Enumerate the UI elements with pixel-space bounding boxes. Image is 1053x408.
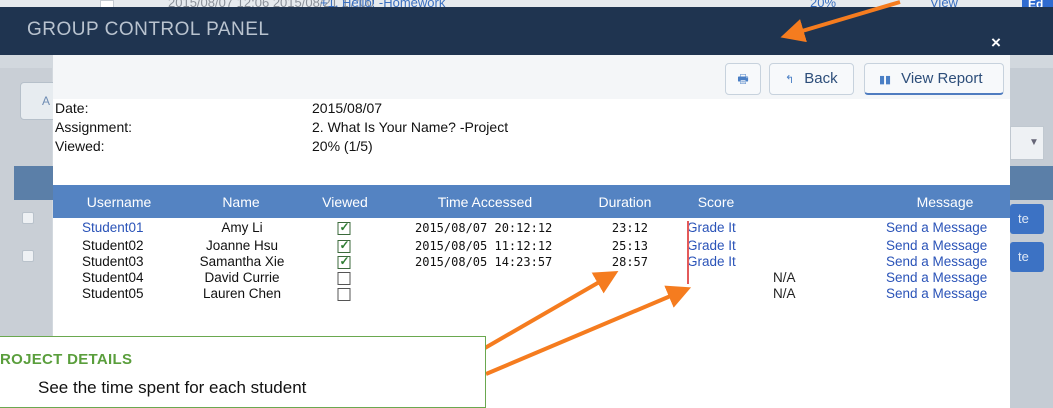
duration-cell: 25:13 [611,239,648,253]
score-na: N/A [773,270,796,285]
view-report-label: View Report [901,70,983,87]
background-checkbox [22,250,34,262]
project-details-callout: ROJECT DETAILS See the time spent for ea… [0,336,486,408]
grade-it-link[interactable]: Grade It [687,254,736,269]
table-row: Student03 Samantha Xie 2015/08/05 14:23:57… [53,254,1010,270]
username-cell[interactable]: Student01 [82,220,144,235]
modal-title: GROUP CONTROL PANEL [27,19,270,40]
background-right-area [1008,68,1053,408]
callout-title: ROJECT DETAILS [0,351,133,368]
name-cell: David Currie [204,270,280,285]
report-icon: ▮▮ [879,74,892,86]
time-accessed-cell: 2015/08/07 20:12:12 [415,221,553,235]
assignment-label: Assignment: [55,119,133,135]
viewed-checkbox-checked [337,220,351,235]
print-icon: 🖶 [737,72,749,86]
duration-cell: 28:57 [611,255,648,269]
table-row: Student05 Lauren Chen N/A Send a Message [53,286,1010,302]
column-header-viewed[interactable]: Viewed [322,194,368,210]
background-tab-label: A [42,94,51,108]
time-accessed-cell: 2015/08/05 14:23:57 [415,255,553,269]
duration-cell: 23:12 [611,221,648,235]
back-button[interactable]: ↰ Back [769,63,854,95]
assignment-value: 2. What Is Your Name? -Project [312,119,509,135]
send-message-link[interactable]: Send a Message [886,286,987,301]
score-na: N/A [773,286,796,301]
chevron-down-icon: ▼ [1029,137,1039,148]
column-header-message[interactable]: Message [917,194,974,210]
background-checkbox [22,212,34,224]
table-row: Student04 David Currie N/A Send a Message [53,270,1010,286]
modal-toolbar: 🖶 ↰ Back ▮▮ View Report [53,55,1010,99]
username-cell: Student02 [82,238,144,253]
grade-it-link[interactable]: Grade It [687,238,736,253]
table-row: Student01 Amy Li 2015/08/07 20:12:12 23:12 G… [53,220,1010,238]
modal-titlebar: GROUP CONTROL PANEL × [0,7,1053,55]
view-report-button[interactable]: ▮▮ View Report [864,63,1004,95]
time-accessed-cell: 2015/08/05 11:12:12 [415,239,553,253]
table-row: Student02 Joanne Hsu 2015/08/05 11:12:12 25… [53,238,1010,254]
grade-it-link[interactable]: Grade It [687,220,736,235]
callout-body: See the time spent for each student [38,378,307,397]
background-select: ▼ [1010,126,1044,160]
send-message-link[interactable]: Send a Message [886,254,987,269]
column-header-username[interactable]: Username [87,194,152,210]
score-highlight-marker [687,221,689,284]
close-icon[interactable]: × [991,33,1001,53]
viewed-value: 20% (1/5) [312,138,373,154]
column-header-time-accessed[interactable]: Time Accessed [438,194,532,210]
date-label: Date: [55,100,89,116]
column-header-name[interactable]: Name [222,194,259,210]
send-message-link[interactable]: Send a Message [886,220,987,235]
viewed-checkbox [337,288,351,301]
name-cell: Joanne Hsu [205,238,279,253]
username-cell: Student03 [82,254,144,269]
username-cell: Student05 [82,286,144,301]
students-table-body: Student01 Amy Li 2015/08/07 20:12:12 23:12 G… [53,220,1010,302]
students-table-header: Username Name Viewed Time Accessed Durat… [53,185,1010,218]
send-message-link[interactable]: Send a Message [886,270,987,285]
send-message-link[interactable]: Send a Message [886,238,987,253]
name-cell: Lauren Chen [202,286,282,301]
date-value: 2015/08/07 [312,100,383,116]
viewed-label: Viewed: [55,138,105,154]
background-table-header [14,166,54,200]
background-action-button: te [1010,242,1044,272]
viewed-checkbox-checked [337,254,351,269]
name-cell: Samantha Xie [199,254,285,269]
back-arrow-icon: ↰ [785,74,795,86]
name-cell: Amy Li [221,220,263,235]
background-action-button: te [1010,204,1044,234]
back-button-label: Back [804,70,838,87]
background-table-header-right [1008,166,1053,200]
column-header-score[interactable]: Score [698,194,735,210]
column-header-duration[interactable]: Duration [599,194,652,210]
username-cell: Student04 [82,270,144,285]
viewed-checkbox-checked [337,238,351,253]
viewed-checkbox [337,272,351,285]
print-button[interactable]: 🖶 [725,63,761,95]
